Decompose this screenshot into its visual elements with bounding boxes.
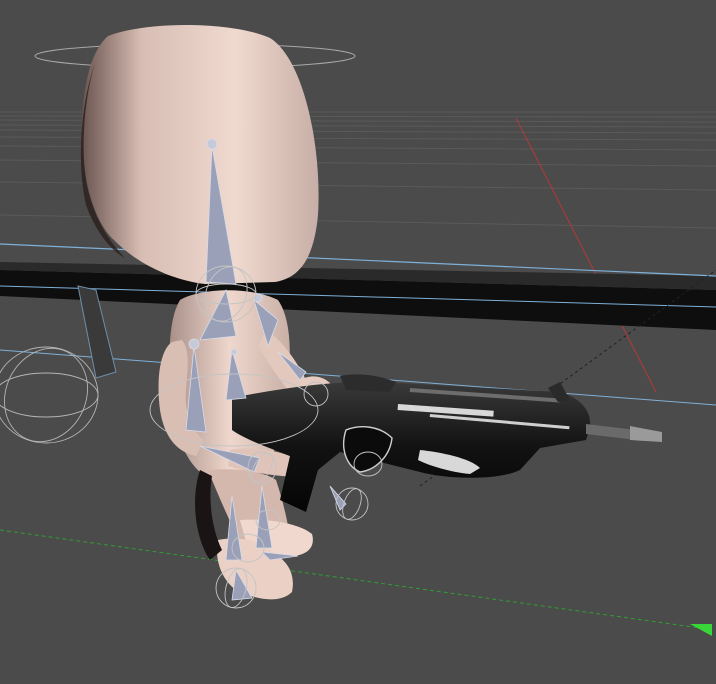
axis-z-line [0,529,701,629]
bone-finger-1 [329,485,347,511]
joint-head-tip-icon [206,138,218,150]
move-gizmo-arrow-icon[interactable] [690,624,712,636]
character-head[interactable] [80,24,319,284]
viewport-scene[interactable] [0,0,716,684]
axis-x-line [515,117,657,393]
weapon-rifle[interactable] [232,374,662,512]
3d-viewport[interactable] [0,0,716,684]
root-control-circle-icon[interactable] [0,335,103,456]
